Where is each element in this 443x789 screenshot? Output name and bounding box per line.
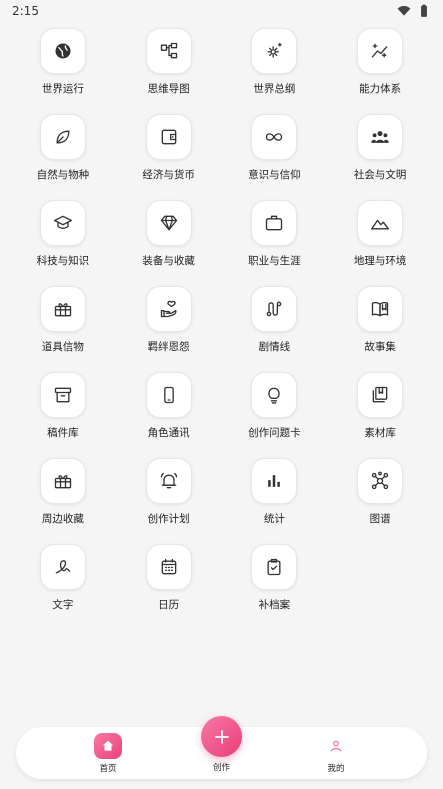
grid-item-label: 素材库: [364, 427, 396, 439]
grid-item[interactable]: 社会与文明: [327, 110, 433, 196]
grid-item[interactable]: 文字: [10, 540, 116, 626]
grid-item-label: 意识与信仰: [248, 169, 301, 181]
grid-item-label: 角色通讯: [147, 427, 190, 439]
bar-chart-icon: [251, 458, 298, 504]
grid-item[interactable]: 经济与货币: [116, 110, 222, 196]
gift-box-icon: [39, 458, 86, 504]
grid-item-label: 世界运行: [41, 83, 84, 95]
grid-item-label: 世界总纲: [253, 83, 296, 95]
phone-icon: [145, 372, 192, 418]
status-time: 2:15: [12, 4, 39, 18]
grid-item-label: 羁绊恩怨: [147, 341, 190, 353]
mountain-icon: [357, 200, 404, 246]
nav-home-label: 首页: [99, 764, 117, 774]
grid-item[interactable]: 自然与物种: [10, 110, 116, 196]
create-label: 创作: [212, 763, 230, 773]
grid-item[interactable]: 创作问题卡: [222, 368, 328, 454]
grid-item[interactable]: 羁绊恩怨: [116, 282, 222, 368]
people-icon: [357, 114, 404, 160]
user-icon: [322, 733, 350, 759]
grid-item[interactable]: 日历: [116, 540, 222, 626]
grid-item[interactable]: 素材库: [327, 368, 433, 454]
lightbulb-icon: [251, 372, 298, 418]
open-book-icon: [357, 286, 404, 332]
grid-item-label: 稿件库: [47, 427, 79, 439]
grid-item-label: 文字: [52, 599, 74, 611]
grid-item[interactable]: 装备与收藏: [116, 196, 222, 282]
trend-sparkle-icon: [357, 28, 404, 74]
squiggle-icon: [39, 544, 86, 590]
grid-item[interactable]: 剧情线: [222, 282, 328, 368]
wallet-icon: [145, 114, 192, 160]
feature-grid: 世界运行 思维导图 世界总纲 能力体系自然与物种 经济与货币 意识与信仰 社会与文明科技与知…: [10, 24, 433, 626]
grid-item[interactable]: 补档案: [222, 540, 328, 626]
route-icon: [251, 286, 298, 332]
grid-item-label: 装备与收藏: [142, 255, 195, 267]
grid-item[interactable]: 创作计划: [116, 454, 222, 540]
grid-item-label: 周边收藏: [41, 513, 84, 525]
clipboard-check-icon: [251, 544, 298, 590]
grid-item-label: 道具信物: [41, 341, 84, 353]
grid-item-label: 剧情线: [258, 341, 291, 353]
grid-item[interactable]: 意识与信仰: [222, 110, 328, 196]
nav-home[interactable]: 首页: [78, 733, 138, 774]
grid-item[interactable]: 思维导图: [116, 24, 222, 110]
grid-item[interactable]: 周边收藏: [10, 454, 116, 540]
grid-item-label: 图谱: [369, 513, 391, 525]
library-icon: [357, 372, 404, 418]
grid-item-label: 自然与物种: [36, 169, 90, 181]
network-icon: [357, 458, 404, 504]
grid-item-label: 统计: [263, 513, 285, 525]
status-icons: [397, 4, 431, 18]
grid-item[interactable]: 世界运行: [10, 24, 116, 110]
leaf-icon: [39, 114, 86, 160]
grid-item-label: 故事集: [364, 341, 396, 353]
grid-item-label: 创作计划: [147, 513, 190, 525]
grid-item-label: 地理与环境: [353, 255, 407, 267]
status-bar: 2:15: [0, 0, 443, 22]
grid-item[interactable]: 职业与生涯: [222, 196, 328, 282]
grid-item-label: 社会与文明: [353, 169, 407, 181]
grid-item-label: 日历: [158, 599, 180, 611]
grid-item-label: 经济与货币: [142, 169, 195, 181]
alarm-icon: [145, 458, 192, 504]
grid-item[interactable]: 稿件库: [10, 368, 116, 454]
create-button[interactable]: [201, 716, 242, 757]
grid-item-label: 补档案: [258, 599, 291, 611]
infinity-icon: [251, 114, 298, 160]
briefcase-icon: [251, 200, 298, 246]
calendar-icon: [145, 544, 192, 590]
grid-item-label: 职业与生涯: [248, 255, 301, 267]
diamond-icon: [145, 200, 192, 246]
nav-mine-label: 我的: [327, 764, 345, 774]
hand-heart-icon: [145, 286, 192, 332]
grid-item[interactable]: 故事集: [327, 282, 433, 368]
grid-item[interactable]: 能力体系: [327, 24, 433, 110]
mindmap-icon: [145, 28, 192, 74]
wifi-icon: [397, 6, 411, 16]
grid-item[interactable]: 科技与知识: [10, 196, 116, 282]
plus-icon: [214, 729, 229, 744]
graduation-cap-icon: [39, 200, 86, 246]
grid-item[interactable]: 统计: [222, 454, 328, 540]
home-icon: [94, 733, 122, 759]
grid-item-label: 科技与知识: [36, 255, 90, 267]
battery-icon: [421, 4, 427, 17]
grid-item[interactable]: 世界总纲: [222, 24, 328, 110]
grid-item[interactable]: 图谱: [327, 454, 433, 540]
gear-sparkle-icon: [251, 28, 298, 74]
grid-item[interactable]: 道具信物: [10, 282, 116, 368]
nav-mine[interactable]: 我的: [306, 733, 366, 774]
grid-item-label: 创作问题卡: [248, 427, 301, 439]
archive-icon: [39, 372, 86, 418]
grid-item[interactable]: 地理与环境: [327, 196, 433, 282]
grid-item[interactable]: 角色通讯: [116, 368, 222, 454]
grid-item-label: 思维导图: [147, 83, 190, 95]
grid-item-label: 能力体系: [359, 83, 402, 95]
globe-icon: [39, 28, 86, 74]
gift-box-icon: [39, 286, 86, 332]
